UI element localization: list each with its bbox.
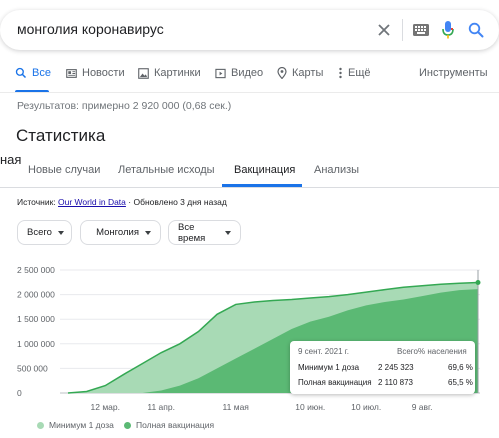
- chart-tooltip: 9 сент. 2021 г. Всего % населения Миниму…: [290, 341, 475, 394]
- stats-subtabs: Новые случаи Летальные исходы Вакцинация…: [0, 157, 499, 187]
- tooltip-col-total: Всего: [397, 347, 418, 356]
- x-tick-label: 10 июл.: [351, 402, 381, 412]
- legend-label: Минимум 1 доза: [49, 420, 114, 430]
- search-icon: [15, 67, 27, 79]
- y-tick-label: 2 000 000: [17, 290, 55, 300]
- subtabs-divider: [0, 187, 499, 188]
- tab-video[interactable]: Видео: [215, 67, 263, 79]
- tooltip-date: 9 сент. 2021 г.: [298, 347, 349, 356]
- tab-images[interactable]: Картинки: [138, 67, 201, 79]
- map-pin-icon: [277, 67, 287, 79]
- tab-label: Картинки: [154, 67, 201, 79]
- tooltip-row-label: Полная вакцинация: [298, 378, 372, 387]
- legend-full: Полная вакцинация: [124, 420, 214, 430]
- country-value: Монголия: [96, 227, 139, 238]
- tooltip-row-pct: 65,5 %: [448, 378, 473, 387]
- y-tick-label: 500 000: [17, 363, 48, 373]
- chevron-down-icon: [225, 230, 231, 235]
- subtab-new-cases[interactable]: Новые случаи: [28, 164, 100, 176]
- period-dropdown[interactable]: Все время: [168, 220, 241, 245]
- tab-maps[interactable]: Карты: [277, 67, 323, 79]
- source-link[interactable]: Our World in Data: [58, 197, 126, 207]
- x-tick-label: 11 апр.: [147, 402, 175, 412]
- divider: [402, 19, 403, 41]
- hover-point: [475, 280, 481, 286]
- tab-news[interactable]: Новости: [66, 67, 125, 79]
- image-icon: [138, 67, 149, 79]
- tab-label: Ещё: [348, 67, 371, 79]
- search-icon[interactable]: [468, 22, 484, 38]
- tabs-divider: [0, 92, 499, 93]
- period-value: Все время: [178, 221, 206, 244]
- news-icon: [66, 68, 77, 78]
- source-updated: · Обновлено 3 дня назад: [128, 197, 227, 207]
- legend-swatch: [37, 421, 44, 429]
- more-icon: [339, 67, 342, 79]
- scope-value: Всего: [27, 227, 52, 238]
- subtab-vaccination[interactable]: Вакцинация: [234, 164, 295, 176]
- vaccination-chart[interactable]: 2 500 000 2 000 000 1 500 000 1 000 000 500 …: [0, 260, 499, 420]
- chevron-down-icon: [57, 230, 64, 235]
- country-dropdown[interactable]: Монголия: [80, 220, 161, 245]
- tooltip-row-pct: 69,6 %: [448, 363, 473, 372]
- tooltip-row-label: Минимум 1 доза: [298, 363, 360, 372]
- y-tick-label: 2 500 000: [17, 265, 55, 275]
- results-count: Результатов: примерно 2 920 000 (0,68 се…: [17, 100, 232, 112]
- legend-label: Полная вакцинация: [136, 420, 215, 430]
- tooltip-col-pct: % населения: [418, 347, 467, 356]
- subtab-deaths[interactable]: Летальные исходы: [118, 164, 215, 176]
- x-tick-label: 11 мая: [223, 402, 250, 412]
- tab-all[interactable]: Все: [15, 67, 51, 79]
- tab-label: Карты: [292, 67, 324, 79]
- tab-label: Новости: [82, 67, 125, 79]
- y-tick-label: 1 500 000: [17, 314, 55, 324]
- source-prefix: Источник:: [17, 197, 56, 207]
- tab-label: Видео: [231, 67, 264, 79]
- scope-dropdown[interactable]: Всего: [17, 220, 72, 245]
- tab-label: Инструменты: [419, 67, 488, 79]
- clear-icon[interactable]: [376, 22, 392, 38]
- search-input[interactable]: монголия коронавирус: [17, 21, 164, 37]
- keyboard-icon[interactable]: [413, 24, 429, 36]
- tab-label: Все: [32, 67, 51, 79]
- x-tick-label: 9 авг.: [412, 402, 433, 412]
- tooltip-row-total: 2 110 873: [378, 378, 413, 387]
- search-bar[interactable]: монголия коронавирус: [0, 10, 499, 50]
- legend-first-dose: Минимум 1 доза: [37, 420, 114, 430]
- chart-svg: 2 500 000 2 000 000 1 500 000 1 000 000 500 …: [17, 265, 481, 412]
- search-tabs: Все Новости Картинки Видео Карты Ещё Инс…: [0, 64, 499, 93]
- tooltip-row-total: 2 245 323: [378, 363, 414, 372]
- microphone-icon[interactable]: [441, 20, 455, 40]
- tab-more[interactable]: Ещё: [338, 67, 371, 79]
- legend-swatch: [124, 421, 131, 429]
- y-tick-label: 1 000 000: [17, 339, 55, 349]
- chevron-down-icon: [145, 230, 151, 235]
- y-tick-label: 0: [17, 388, 22, 398]
- subtab-tests[interactable]: Анализы: [314, 164, 359, 176]
- x-tick-label: 10 июн.: [295, 402, 325, 412]
- stats-title: Статистика: [16, 126, 106, 145]
- video-icon: [215, 68, 226, 78]
- x-tick-label: 12 мар.: [91, 402, 120, 412]
- tab-tools[interactable]: Инструменты: [419, 67, 488, 79]
- source-line: Источник: Our World in Data · Обновлено …: [17, 197, 227, 207]
